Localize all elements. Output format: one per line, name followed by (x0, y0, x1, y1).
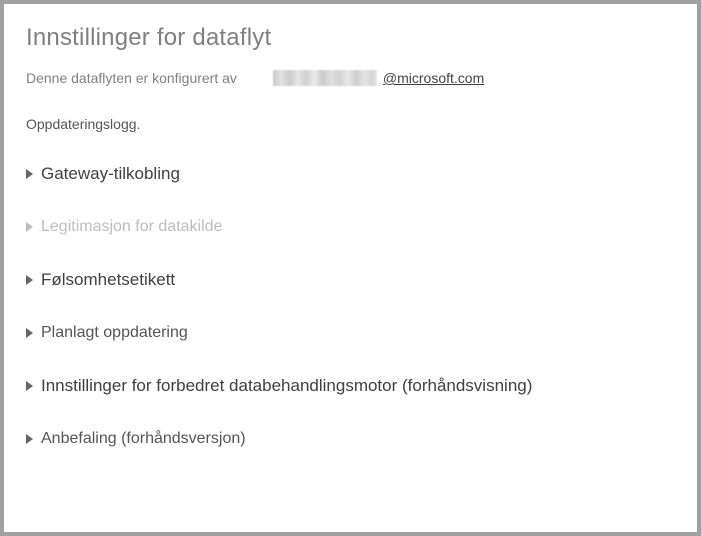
redacted-name (273, 70, 377, 86)
section-label: Innstillinger for forbedret databehandli… (41, 376, 532, 396)
refresh-history-label: Oppdateringslogg. (26, 116, 675, 132)
page-title: Innstillinger for dataflyt (26, 24, 675, 52)
chevron-right-icon (26, 222, 33, 232)
chevron-right-icon (26, 169, 33, 179)
section-scheduled-refresh[interactable]: Planlagt oppdatering (26, 324, 675, 342)
section-label: Følsomhetsetikett (41, 270, 175, 290)
section-label: Gateway-tilkobling (41, 164, 180, 184)
section-label: Legitimasjon for datakilde (41, 218, 222, 236)
configured-by-line: Denne dataflyten er konfigurert av @micr… (26, 70, 675, 86)
section-label: Anbefaling (forhåndsversjon) (41, 430, 246, 448)
section-gateway-connection[interactable]: Gateway-tilkobling (26, 164, 675, 184)
chevron-right-icon (26, 381, 33, 391)
configured-by-prefix: Denne dataflyten er konfigurert av (26, 70, 237, 86)
section-endorsement[interactable]: Anbefaling (forhåndsversjon) (26, 430, 675, 448)
chevron-right-icon (26, 275, 33, 285)
section-label: Planlagt oppdatering (41, 324, 188, 342)
section-sensitivity-label[interactable]: Følsomhetsetikett (26, 270, 675, 290)
chevron-right-icon (26, 434, 33, 444)
configured-by-user: @microsoft.com (273, 70, 484, 86)
settings-panel: Innstillinger for dataflyt Denne datafly… (4, 4, 697, 532)
section-data-source-credentials: Legitimasjon for datakilde (26, 218, 675, 236)
email-domain-link[interactable]: @microsoft.com (383, 70, 484, 86)
chevron-right-icon (26, 328, 33, 338)
section-enhanced-compute-engine[interactable]: Innstillinger for forbedret databehandli… (26, 376, 675, 396)
